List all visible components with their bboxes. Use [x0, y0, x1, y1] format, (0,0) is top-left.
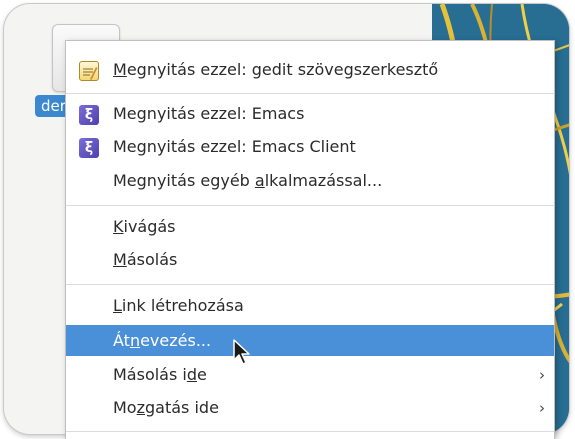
menu-item-copy-to[interactable]: Másolás ide ›: [66, 360, 554, 390]
menu-item-open-with-other[interactable]: Megnyitás egyéb alkalmazással...: [66, 166, 554, 196]
chevron-right-icon: ›: [539, 366, 545, 384]
menu-separator: [66, 284, 554, 285]
menu-item-make-link[interactable]: Link létrehozása: [66, 291, 554, 321]
menu-item-rename[interactable]: Átnevezés...: [66, 325, 554, 356]
chevron-right-icon: ›: [539, 399, 545, 417]
menu-item-open-with-emacs-client[interactable]: ξ Megnyitás ezzel: Emacs Client: [66, 132, 554, 162]
menu-item-open-with-gedit[interactable]: Megnyitás ezzel: gedit szövegszerkesztő: [66, 55, 554, 85]
text-editor-icon: [79, 61, 99, 81]
emacs-icon: ξ: [79, 105, 99, 125]
context-menu: Megnyitás ezzel: gedit szövegszerkesztő …: [65, 40, 555, 439]
menu-item-cut[interactable]: Kivágás: [66, 212, 554, 242]
mouse-pointer-icon: [233, 339, 250, 365]
menu-separator: [66, 205, 554, 206]
menu-separator: [66, 431, 554, 432]
menu-item-copy[interactable]: Másolás: [66, 245, 554, 275]
menu-item-open-with-emacs[interactable]: ξ Megnyitás ezzel: Emacs: [66, 99, 554, 129]
emacs-icon: ξ: [79, 138, 99, 158]
menu-item-move-to[interactable]: Mozgatás ide ›: [66, 393, 554, 423]
menu-separator: [66, 93, 554, 94]
